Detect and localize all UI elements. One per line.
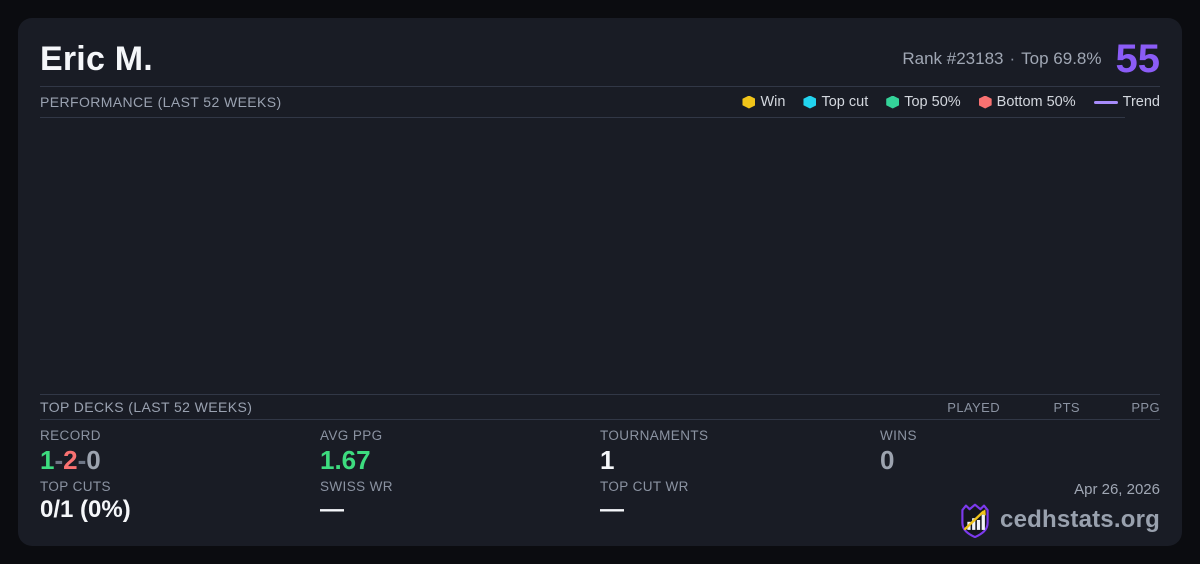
cedhstats-shield-logo-icon (961, 503, 989, 538)
record-separator: - (77, 445, 87, 476)
win-marker-icon (742, 95, 756, 109)
legend-item-trend: Trend (1093, 94, 1160, 110)
rank-summary: Rank #23183 · Top 69.8% 55 (902, 39, 1160, 79)
stat-avg-ppg: AVG PPG 1.67 (320, 428, 600, 475)
column-played: PLAYED (947, 399, 1000, 415)
record-value: 1-2-0 (40, 446, 320, 475)
swiss-wr-value: — (320, 496, 344, 523)
snapshot-date: Apr 26, 2026 (1074, 481, 1160, 498)
top-decks-title: TOP DECKS (LAST 52 WEEKS) (40, 399, 253, 416)
player-name: Eric M. (40, 39, 153, 78)
record-draws: 0 (86, 445, 101, 476)
stat-label: WINS (880, 428, 917, 444)
stat-tournaments: TOURNAMENTS 1 (600, 428, 880, 475)
performance-title: PERFORMANCE (LAST 52 WEEKS) (40, 94, 282, 110)
trend-line-icon (1093, 100, 1118, 104)
footer-cell: Apr 26, 2026 cedhstats.org (880, 479, 1160, 538)
column-ppg: PPG (1131, 399, 1160, 415)
legend-item-top50: Top 50% (886, 94, 961, 110)
legend-label: Trend (1122, 94, 1160, 110)
site-name: cedhstats.org (1000, 506, 1160, 533)
stats-grid: RECORD 1-2-0 AVG PPG 1.67 TOURNAMENTS 1 … (40, 428, 1160, 538)
stat-label: TOURNAMENTS (600, 428, 709, 444)
score-value: 55 (1115, 37, 1161, 81)
legend-label: Bottom 50% (996, 94, 1076, 110)
stat-record: RECORD 1-2-0 (40, 428, 320, 475)
card-header: Eric M. Rank #23183 · Top 69.8% 55 (40, 18, 1160, 86)
bottom50-marker-icon (978, 95, 992, 109)
tournaments-value: 1 (600, 445, 615, 476)
site-brand[interactable]: cedhstats.org (880, 502, 1160, 538)
column-pts: PTS (1053, 399, 1080, 415)
record-separator: - (54, 445, 64, 476)
chart-legend: Win Top cut Top 50% Bottom 50% Trend (742, 94, 1160, 110)
legend-label: Top 50% (904, 94, 961, 110)
stat-top-cuts: TOP CUTS 0/1 (0%) (40, 479, 320, 538)
record-wins: 1 (40, 445, 55, 476)
legend-item-bottom50: Bottom 50% (978, 94, 1076, 110)
top-decks-header-row: TOP DECKS (LAST 52 WEEKS) PLAYED PTS PPG (40, 394, 1160, 421)
legend-label: Win (760, 94, 786, 110)
top-cut-wr-value: — (600, 496, 624, 523)
stat-wins: WINS 0 (880, 428, 1160, 475)
stat-label: AVG PPG (320, 428, 383, 444)
top-cuts-value: 0/1 (0%) (40, 496, 131, 523)
avg-ppg-value: 1.67 (320, 445, 371, 476)
wins-value: 0 (880, 445, 895, 476)
stat-label: RECORD (40, 428, 101, 444)
stat-label: TOP CUT WR (600, 479, 689, 494)
legend-label: Top cut (821, 94, 869, 110)
top-percent: Top 69.8% (1021, 49, 1102, 68)
stat-label: TOP CUTS (40, 479, 111, 494)
stat-top-cut-wr: TOP CUT WR — (600, 479, 880, 538)
top-decks-columns: PLAYED PTS PPG (920, 400, 1160, 415)
performance-chart-area (40, 118, 1160, 394)
stat-swiss-wr: SWISS WR — (320, 479, 600, 538)
legend-item-topcut: Top cut (803, 94, 868, 110)
rank-text: Rank #23183 (902, 49, 1004, 68)
rank-separator: · (1009, 49, 1016, 68)
top50-marker-icon (886, 95, 900, 109)
stat-label: SWISS WR (320, 479, 393, 494)
topcut-marker-icon (803, 95, 817, 109)
record-losses: 2 (63, 445, 78, 476)
player-stats-card: Eric M. Rank #23183 · Top 69.8% 55 PERFORM… (18, 18, 1182, 546)
performance-header-row: PERFORMANCE (LAST 52 WEEKS) Win Top cut … (40, 87, 1160, 117)
legend-item-win: Win (742, 94, 785, 110)
rank-line: Rank #23183 · Top 69.8% (902, 49, 1101, 69)
